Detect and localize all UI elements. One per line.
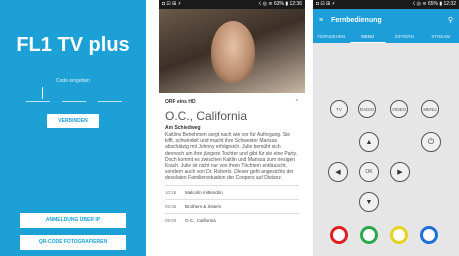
- schedule-row[interactable]: 08:50 O.C., California: [165, 212, 299, 227]
- connect-button[interactable]: VERBINDEN: [47, 114, 99, 128]
- schedule-list: 10:15 Malcolm mittendrin 09:35 Brothers …: [165, 184, 299, 227]
- code-input[interactable]: [26, 86, 122, 102]
- yellow-button[interactable]: [390, 226, 408, 244]
- green-button[interactable]: [360, 226, 378, 244]
- down-arrow-button[interactable]: ▼: [359, 192, 379, 212]
- power-icon: ⏻: [427, 137, 435, 146]
- search-icon[interactable]: ⚲: [448, 16, 453, 24]
- schedule-name: Brothers & Sisters: [185, 203, 222, 209]
- login-screen: FL1 TV plus Code eingeben VERBINDEN ANME…: [0, 0, 146, 256]
- ok-button[interactable]: OK: [359, 162, 379, 182]
- hamburger-menu-icon[interactable]: ≡: [319, 17, 323, 24]
- menu-button[interactable]: MENU: [421, 100, 439, 118]
- video-player[interactable]: [159, 9, 305, 93]
- text-cursor: [42, 87, 43, 99]
- program-detail-screen: ◘ ⊡ ⊞ ⚡ ☇ ◎ ≋ 63% ▮ 12:36 ORF eins HD ⌃ …: [159, 0, 305, 256]
- code-label: Code eingeben: [56, 78, 90, 84]
- schedule-row[interactable]: 10:15 Malcolm mittendrin: [165, 184, 299, 199]
- code-field-2[interactable]: [62, 87, 86, 102]
- status-icons-right: ☇ ◎ ≋ 63% ▮ 12:36: [258, 1, 302, 7]
- tab-stream[interactable]: STREAM: [423, 31, 459, 43]
- show-title: O.C., California: [165, 109, 248, 123]
- status-bar: ◘ ⊡ ⊞ ⚡ ☇ ◎ ≋ 65% ▮ 12:32: [313, 0, 459, 9]
- remote-control-screen: ◘ ⊡ ⊞ ⚡ ☇ ◎ ≋ 65% ▮ 12:32 ≡ Fernbedienun…: [313, 0, 459, 256]
- video-frame-person: [211, 21, 255, 83]
- ok-label: OK: [365, 169, 373, 175]
- tab-menu[interactable]: MENÜ: [349, 31, 386, 43]
- code-field-1[interactable]: [26, 87, 50, 102]
- code-field-3[interactable]: [98, 87, 122, 102]
- qr-code-button[interactable]: QR-CODE FOTOGRAFIEREN: [20, 235, 126, 250]
- screen-title: Fernbedienung: [331, 16, 382, 24]
- right-arrow-button[interactable]: ▶: [390, 162, 410, 182]
- ip-login-button[interactable]: ANMELDUNG ÜBER IP: [20, 213, 126, 228]
- left-arrow-button[interactable]: ◀: [328, 162, 348, 182]
- schedule-time: 10:15: [165, 189, 177, 195]
- power-button[interactable]: ⏻: [421, 132, 441, 152]
- up-arrow-icon: ▲: [365, 138, 373, 146]
- tab-ziffern[interactable]: ZIFFERN: [386, 31, 423, 43]
- status-icons-left: ◘ ⊡ ⊞ ⚡: [162, 1, 182, 7]
- episode-description: Kaitlins Benehmen sorgt nach wie vor für…: [165, 132, 298, 182]
- red-button[interactable]: [330, 226, 348, 244]
- schedule-time: 08:50: [165, 217, 177, 223]
- episode-title: Am Schiedweg: [165, 125, 201, 131]
- tab-fernsehen[interactable]: FERNSEHEN: [313, 31, 350, 43]
- status-bar: ◘ ⊡ ⊞ ⚡ ☇ ◎ ≋ 63% ▮ 12:36: [159, 0, 305, 9]
- video-button[interactable]: VIDEO: [390, 100, 408, 118]
- channel-name: ORF eins HD: [165, 99, 196, 105]
- tab-bar: FERNSEHEN MENÜ ZIFFERN STREAM: [313, 31, 459, 43]
- schedule-name: O.C., California: [185, 217, 216, 223]
- schedule-time: 09:35: [165, 203, 177, 209]
- app-title: FL1 TV plus: [16, 34, 130, 56]
- radio-button[interactable]: RADIO: [358, 100, 376, 118]
- schedule-name: Malcolm mittendrin: [185, 189, 223, 195]
- status-icons-left: ◘ ⊡ ⊞ ⚡: [316, 1, 336, 7]
- blue-button[interactable]: [420, 226, 438, 244]
- left-arrow-icon: ◀: [335, 169, 341, 176]
- right-arrow-icon: ▶: [397, 169, 403, 176]
- up-arrow-button[interactable]: ▲: [359, 132, 379, 152]
- tv-button[interactable]: TV: [330, 100, 348, 118]
- collapse-chevron-icon[interactable]: ⌃: [295, 99, 299, 105]
- schedule-row[interactable]: 09:35 Brothers & Sisters: [165, 198, 299, 213]
- app-bar: ≡ Fernbedienung ⚲: [313, 9, 459, 31]
- status-icons-right: ☇ ◎ ≋ 65% ▮ 12:32: [412, 1, 456, 7]
- down-arrow-icon: ▼: [365, 198, 373, 206]
